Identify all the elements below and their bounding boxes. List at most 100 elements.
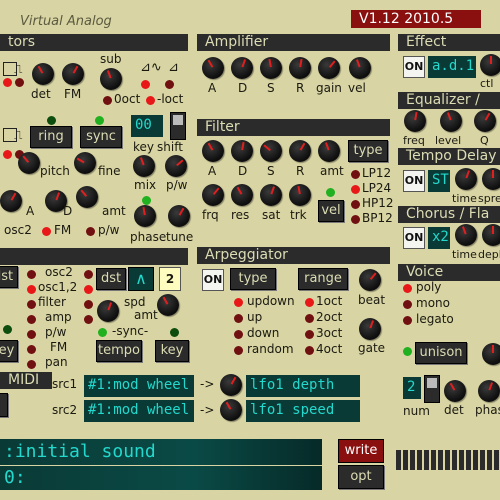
sat-knob[interactable] — [260, 184, 282, 206]
det-knob[interactable] — [32, 63, 54, 85]
waveform-triangle-icon[interactable]: ⊿∿ — [140, 60, 162, 75]
effect-name-display[interactable]: a.d.1 — [428, 56, 476, 78]
oct3-led[interactable] — [305, 330, 314, 339]
patch-line2-display[interactable]: 0: — [0, 466, 322, 490]
arp-gate-knob[interactable] — [359, 318, 381, 340]
mod-key-button[interactable]: key — [0, 340, 18, 362]
chorus-x2-display[interactable]: x2 — [428, 227, 450, 249]
lfo-wave-button[interactable]: ∧ — [128, 267, 154, 291]
led[interactable] — [47, 116, 56, 125]
fm-led[interactable] — [27, 345, 36, 354]
fm-led[interactable] — [42, 227, 51, 236]
led[interactable] — [141, 80, 150, 89]
voice-knob[interactable] — [482, 343, 500, 365]
flt-d-knob[interactable] — [231, 140, 253, 162]
lfo-amt-knob[interactable] — [97, 300, 119, 322]
flt-s-knob[interactable] — [260, 140, 282, 162]
led[interactable] — [98, 328, 107, 337]
filter-vel-button[interactable]: vel — [318, 200, 344, 222]
led[interactable] — [142, 196, 151, 205]
loct-led[interactable] — [146, 96, 155, 105]
down-led[interactable] — [234, 330, 243, 339]
delay-spread-knob[interactable] — [482, 168, 500, 190]
amp-led[interactable] — [27, 315, 36, 324]
patch-name-display[interactable]: :initial sound — [0, 439, 322, 465]
oct1-led[interactable] — [305, 298, 314, 307]
sync-button[interactable]: sync — [80, 126, 122, 148]
flt-r-knob[interactable] — [289, 140, 311, 162]
led[interactable] — [84, 285, 93, 294]
led[interactable] — [95, 116, 104, 125]
waveform-square-icon[interactable]: ⎍ — [14, 128, 22, 143]
waveform-saw-icon[interactable]: ⊿ — [168, 60, 179, 75]
midi-button[interactable] — [0, 393, 8, 417]
delay-st-display[interactable]: ST — [428, 170, 450, 192]
led[interactable] — [165, 80, 174, 89]
led[interactable] — [84, 270, 93, 279]
arp-beat-knob[interactable] — [359, 269, 381, 291]
legato-led[interactable] — [403, 316, 412, 325]
flt-a-knob[interactable] — [202, 140, 224, 162]
midi-depth1-knob[interactable] — [220, 374, 242, 396]
filter-type-button[interactable]: type — [348, 140, 388, 162]
delay-time-knob[interactable] — [455, 168, 477, 190]
tempo-button[interactable]: tempo — [96, 340, 142, 362]
lp24-led[interactable] — [351, 185, 360, 194]
key-button[interactable]: key — [155, 340, 189, 362]
ring-button[interactable]: ring — [30, 126, 72, 148]
voice-det-knob[interactable] — [444, 380, 466, 402]
updown-led[interactable] — [234, 298, 243, 307]
effect-ctl-knob[interactable] — [480, 54, 500, 76]
amp-gain-knob[interactable] — [318, 57, 340, 79]
voice-phase-knob[interactable] — [478, 380, 500, 402]
effect-on-button[interactable]: ON — [403, 56, 425, 78]
hp12-led[interactable] — [351, 200, 360, 209]
up-led[interactable] — [234, 314, 243, 323]
write-button[interactable]: write — [338, 439, 384, 463]
fine-knob[interactable] — [74, 152, 96, 174]
osc12-led[interactable] — [27, 285, 36, 294]
eq-level-knob[interactable] — [440, 110, 462, 132]
chorus-depth-knob[interactable] — [482, 224, 500, 246]
key-shift-switch[interactable] — [170, 112, 186, 140]
frq-knob[interactable] — [202, 184, 224, 206]
pw-led[interactable] — [86, 227, 95, 236]
chorus-time-knob[interactable] — [455, 224, 477, 246]
osc2-led[interactable] — [27, 270, 36, 279]
bp12-led[interactable] — [351, 215, 360, 224]
arp-on-button[interactable]: ON — [202, 269, 224, 291]
led[interactable] — [170, 328, 179, 337]
opt-button[interactable]: opt — [338, 465, 384, 489]
pitch-knob[interactable] — [18, 152, 40, 174]
waveform-square-icon[interactable]: ⎍ — [14, 62, 22, 77]
eq-q-knob[interactable] — [474, 110, 496, 132]
led[interactable] — [84, 300, 93, 309]
led[interactable] — [3, 78, 12, 87]
amp-a-knob[interactable] — [202, 57, 224, 79]
arp-range-button[interactable]: range — [298, 268, 348, 290]
sub-knob[interactable] — [100, 68, 122, 90]
lfo-spd-knob[interactable] — [157, 294, 179, 316]
src2-display[interactable]: #1:mod wheel — [84, 400, 194, 422]
filter-led[interactable] — [27, 300, 36, 309]
key-shift-display[interactable]: 00 — [131, 115, 163, 137]
flt-amt-knob[interactable] — [318, 140, 340, 162]
unison-led[interactable] — [403, 347, 412, 356]
dst1-display[interactable]: lfo1 depth — [246, 375, 360, 397]
fm-knob[interactable] — [62, 63, 84, 85]
env-a-knob[interactable] — [0, 190, 22, 212]
phase-knob[interactable] — [134, 205, 156, 227]
eq-freq-knob[interactable] — [404, 110, 426, 132]
led[interactable] — [84, 315, 93, 324]
amp-vel-knob[interactable] — [349, 57, 371, 79]
voice-num-switch[interactable] — [424, 375, 440, 403]
oct0-led[interactable] — [103, 96, 112, 105]
lfo-dst-button[interactable]: dst — [96, 268, 126, 290]
led[interactable] — [3, 325, 12, 334]
delay-on-button[interactable]: ON — [403, 170, 425, 192]
oct4-led[interactable] — [305, 346, 314, 355]
mod-dst-button[interactable]: dst — [0, 266, 18, 288]
led[interactable] — [15, 78, 24, 87]
pw-led[interactable] — [27, 330, 36, 339]
pan-led[interactable] — [27, 360, 36, 369]
